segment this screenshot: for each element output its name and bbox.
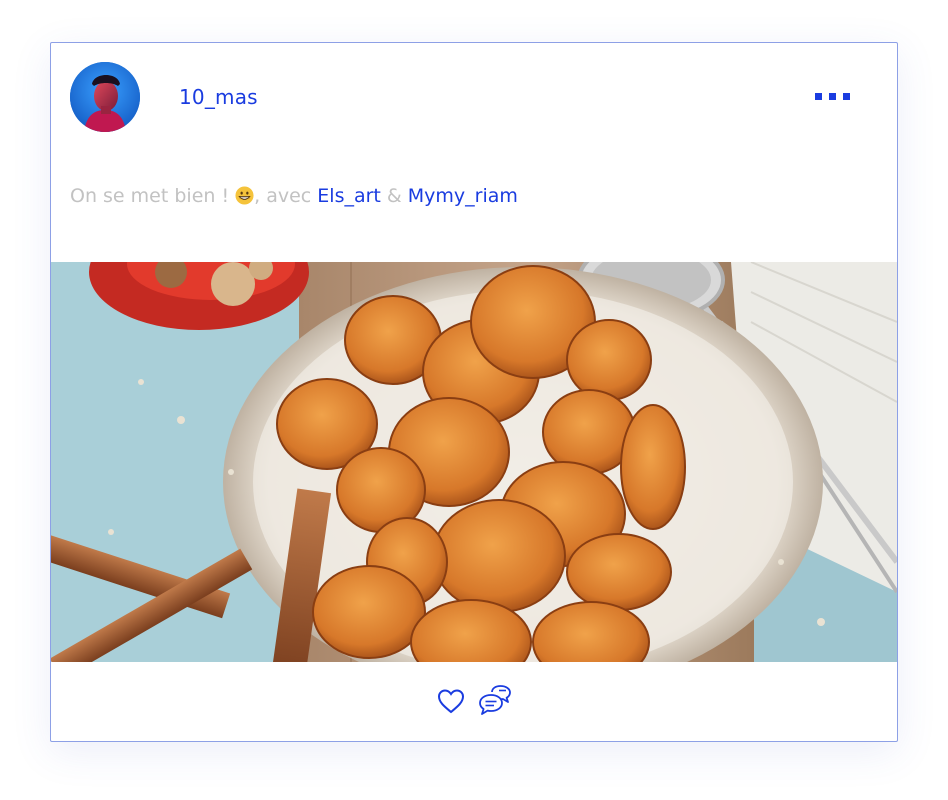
comment-button[interactable] [477, 684, 515, 718]
more-options-button[interactable] [815, 93, 855, 105]
avatar-image [70, 62, 140, 132]
username[interactable]: 10_mas [179, 85, 258, 109]
more-dot-icon [829, 93, 836, 100]
post-actions [51, 662, 897, 741]
caption-text: , avec [254, 185, 318, 207]
grinning-face-emoji-icon [235, 186, 254, 205]
post-card: 10_mas On se met bien ! , avec Els_art &… [50, 42, 898, 742]
heart-icon [437, 689, 465, 714]
caption-separator: & [380, 185, 408, 207]
like-button[interactable] [436, 687, 466, 715]
post-photo[interactable] [51, 262, 897, 662]
avatar[interactable] [70, 62, 140, 132]
more-dot-icon [843, 93, 850, 100]
sweet-potato-chips-photo [51, 262, 897, 662]
chat-bubbles-icon [479, 685, 511, 715]
more-dot-icon [815, 93, 822, 100]
mention-link[interactable]: Els_art [317, 185, 381, 207]
post-caption: On se met bien ! , avec Els_art & Mymy_r… [70, 185, 518, 207]
mention-link[interactable]: Mymy_riam [408, 185, 518, 207]
caption-text: On se met bien ! [70, 185, 236, 207]
